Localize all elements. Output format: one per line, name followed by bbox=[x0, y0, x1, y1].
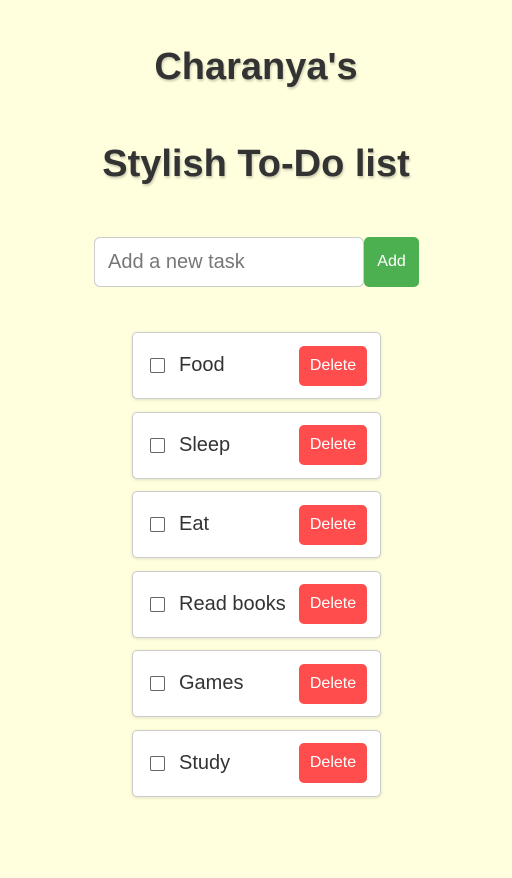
delete-task-button[interactable]: Delete bbox=[299, 504, 367, 545]
page-title-line-1: Charanya's bbox=[154, 46, 358, 88]
task-checkbox[interactable] bbox=[150, 358, 165, 373]
new-task-form: Add bbox=[94, 237, 419, 287]
task-label: Read books bbox=[179, 592, 286, 615]
task-item: Food Delete bbox=[132, 332, 381, 399]
delete-task-button[interactable]: Delete bbox=[299, 345, 367, 386]
task-checkbox[interactable] bbox=[150, 596, 165, 612]
task-item: Study Delete bbox=[132, 729, 381, 797]
delete-task-button[interactable]: Delete bbox=[299, 584, 367, 625]
page-title-line-2: Stylish To-Do list bbox=[102, 143, 410, 185]
delete-task-button[interactable]: Delete bbox=[299, 425, 367, 466]
task-label: Games bbox=[179, 672, 244, 695]
task-checkbox[interactable] bbox=[150, 755, 165, 771]
new-task-input[interactable] bbox=[94, 237, 364, 287]
task-list: Food Delete Sleep Delete Eat Delete Read… bbox=[132, 332, 381, 810]
task-label: Sleep bbox=[179, 433, 231, 456]
delete-task-button[interactable]: Delete bbox=[299, 743, 367, 784]
task-item: Read books Delete bbox=[132, 570, 381, 638]
task-checkbox[interactable] bbox=[150, 437, 165, 453]
task-label: Eat bbox=[179, 513, 210, 536]
task-item: Eat Delete bbox=[132, 491, 381, 559]
task-label: Study bbox=[179, 751, 231, 774]
task-checkbox[interactable] bbox=[150, 517, 165, 533]
add-task-button[interactable]: Add bbox=[364, 237, 419, 287]
task-item: Games Delete bbox=[132, 650, 381, 718]
delete-task-button[interactable]: Delete bbox=[299, 663, 367, 704]
task-label: Food bbox=[179, 354, 225, 376]
task-checkbox[interactable] bbox=[150, 676, 165, 692]
task-item: Sleep Delete bbox=[132, 411, 381, 479]
